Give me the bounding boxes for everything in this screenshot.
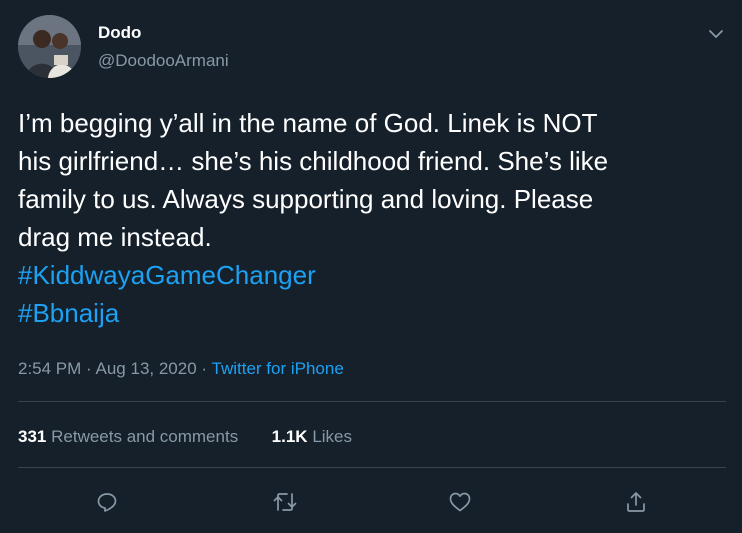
meta-separator: · [201, 359, 208, 378]
retweet-icon [273, 493, 297, 511]
author-handle[interactable]: @DoodooArmani [98, 50, 229, 72]
retweets-label: Retweets and comments [51, 427, 239, 446]
tweet-time[interactable]: 2:54 PM [18, 359, 81, 378]
tweet-stats: 331 Retweets and comments 1.1K Likes [18, 425, 352, 449]
tweet-date[interactable]: Aug 13, 2020 [96, 359, 197, 378]
tweet-meta: 2:54 PM · Aug 13, 2020 · Twitter for iPh… [18, 357, 344, 381]
likes-count: 1.1K [271, 427, 308, 446]
reply-icon [97, 493, 117, 512]
more-options-button[interactable] [700, 18, 732, 50]
avatar-photo [18, 15, 81, 78]
tweet-card: Dodo @DoodooArmani I’m begging y’all in … [0, 0, 742, 533]
hashtag-link[interactable]: #KiddwayaGameChanger [18, 256, 718, 294]
retweet-button[interactable] [267, 484, 303, 520]
tweet-text-line: family to us. Always supporting and lovi… [18, 184, 594, 214]
likes-label: Likes [312, 427, 353, 446]
hashtag-link[interactable]: #Bbnaija [18, 294, 718, 332]
retweets-stat[interactable]: 331 Retweets and comments [18, 427, 238, 446]
author-display-name[interactable]: Dodo [98, 22, 141, 44]
divider [18, 401, 726, 402]
meta-separator: · [86, 359, 92, 378]
tweet-text-line: drag me instead. [18, 222, 212, 252]
tweet-text: I’m begging y’all in the name of God. Li… [18, 104, 718, 332]
share-icon [627, 492, 645, 512]
divider [18, 467, 726, 468]
share-button[interactable] [618, 484, 654, 520]
retweets-count: 331 [18, 427, 47, 446]
chevron-down-icon [709, 30, 723, 38]
tweet-text-line: his girlfriend… she’s his childhood frie… [18, 146, 609, 176]
reply-button[interactable] [89, 484, 125, 520]
heart-icon [449, 492, 471, 512]
likes-stat[interactable]: 1.1K Likes [272, 427, 352, 446]
tweet-source-link[interactable]: Twitter for iPhone [212, 359, 344, 378]
like-button[interactable] [442, 484, 478, 520]
tweet-text-line: I’m begging y’all in the name of God. Li… [18, 108, 598, 138]
avatar[interactable] [18, 15, 81, 78]
